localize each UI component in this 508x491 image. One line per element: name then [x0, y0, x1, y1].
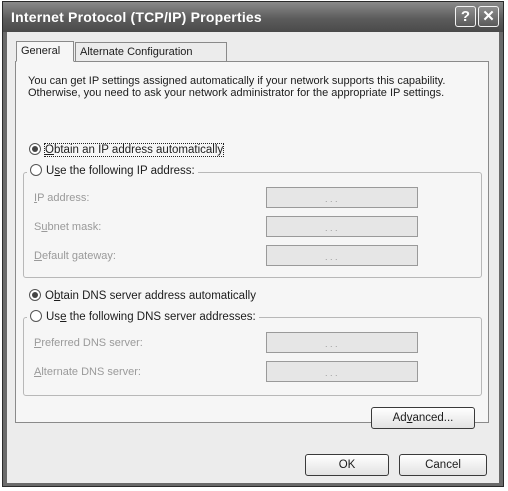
ip-address-label: IP address:	[34, 192, 90, 204]
obtain-ip-auto-radio[interactable]: Obtain an IP address automatically	[29, 143, 225, 157]
radio-unselected-icon	[30, 310, 42, 322]
title-bar[interactable]: Internet Protocol (TCP/IP) Properties ? …	[3, 2, 503, 32]
default-gateway-field[interactable]: . . .	[266, 245, 418, 266]
radio-selected-icon	[29, 143, 41, 155]
tab-alternate-configuration[interactable]: Alternate Configuration	[75, 42, 227, 61]
window-title: Internet Protocol (TCP/IP) Properties	[11, 9, 262, 25]
use-following-dns-radio[interactable]: Use the following DNS server addresses:	[27, 310, 259, 323]
help-button[interactable]: ?	[455, 6, 476, 27]
subnet-mask-label: Subnet mask:	[34, 221, 102, 233]
radio-selected-icon	[29, 289, 41, 301]
default-gateway-label: Default gateway:	[34, 250, 116, 262]
dialog-body: General Alternate Configuration You can …	[7, 32, 499, 483]
close-button[interactable]: ✕	[478, 6, 499, 27]
tab-general[interactable]: General	[16, 41, 74, 62]
ip-address-field[interactable]: . . .	[266, 187, 418, 208]
ok-button[interactable]: OK	[305, 454, 389, 476]
obtain-ip-auto-label: Obtain an IP address automatically	[43, 143, 225, 157]
advanced-button[interactable]: Advanced...	[371, 407, 475, 429]
dialog-window: Internet Protocol (TCP/IP) Properties ? …	[2, 1, 504, 487]
obtain-dns-auto-radio[interactable]: Obtain DNS server address automatically	[29, 289, 256, 302]
use-following-ip-radio[interactable]: Use the following IP address:	[27, 164, 198, 177]
subnet-mask-field[interactable]: . . .	[266, 216, 418, 237]
alternate-dns-label: Alternate DNS server:	[34, 366, 141, 378]
alternate-dns-field[interactable]: . . .	[266, 361, 418, 382]
preferred-dns-label: Preferred DNS server:	[34, 337, 143, 349]
preferred-dns-field[interactable]: . . .	[266, 332, 418, 353]
cancel-button[interactable]: Cancel	[399, 454, 487, 476]
general-panel: You can get IP settings assigned automat…	[15, 61, 489, 429]
dns-server-group	[23, 317, 482, 396]
radio-unselected-icon	[30, 164, 42, 176]
description-text: You can get IP settings assigned automat…	[28, 75, 446, 99]
